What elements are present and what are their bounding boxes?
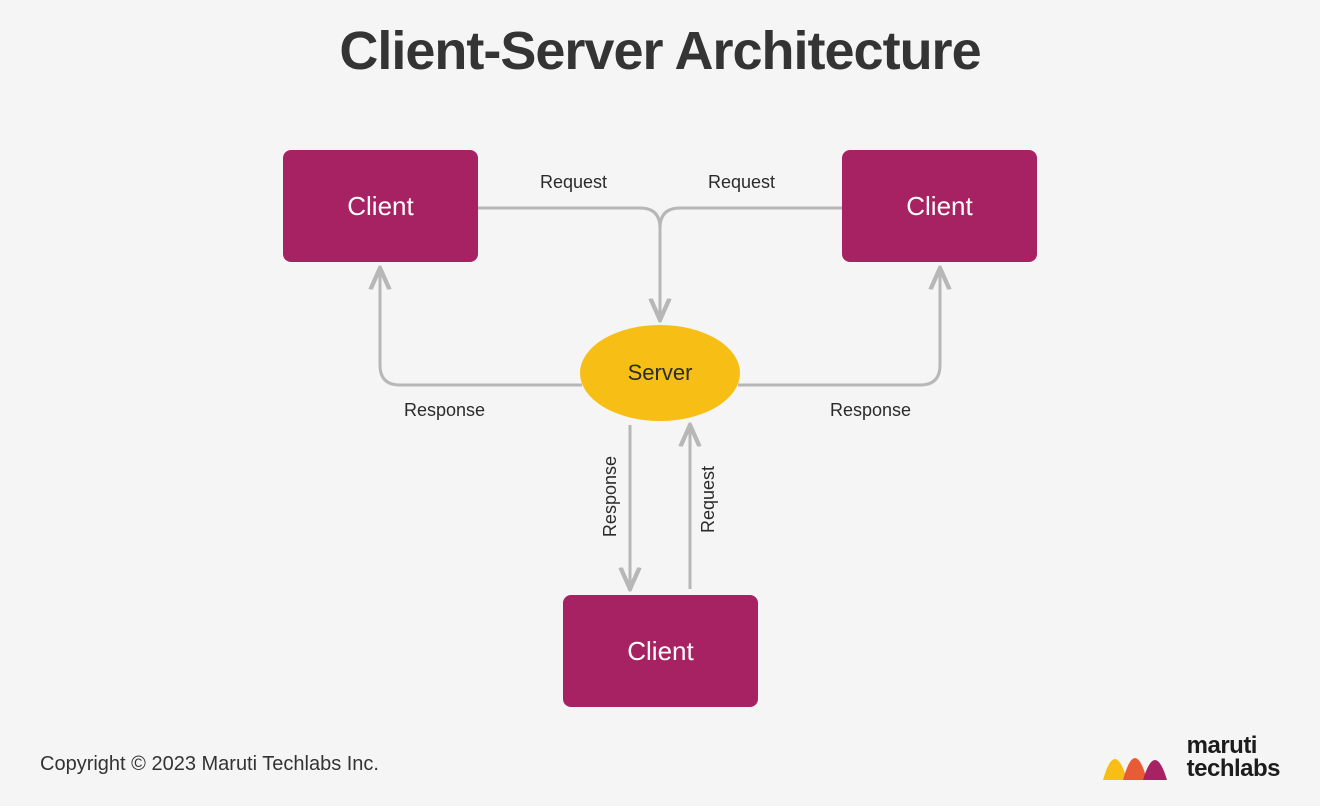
brand-name: maruti techlabs bbox=[1187, 735, 1280, 781]
label-tl-request: Request bbox=[540, 172, 607, 193]
arrow-tr-response bbox=[738, 268, 940, 385]
label-b-request: Request bbox=[698, 466, 719, 533]
client-box-bottom: Client bbox=[563, 595, 758, 707]
arrow-tl-request bbox=[478, 208, 660, 320]
label-tr-request: Request bbox=[708, 172, 775, 193]
arrow-tl-response bbox=[380, 268, 582, 385]
copyright-text: Copyright © 2023 Maruti Techlabs Inc. bbox=[40, 753, 379, 776]
client-box-top-right: Client bbox=[842, 150, 1037, 262]
label-tl-response: Response bbox=[404, 400, 485, 421]
brand-line2: techlabs bbox=[1187, 758, 1280, 781]
brand-logo: maruti techlabs bbox=[1101, 734, 1280, 782]
label-tr-response: Response bbox=[830, 400, 911, 421]
maruti-logo-icon bbox=[1101, 734, 1177, 782]
server-ellipse: Server bbox=[580, 325, 740, 421]
client-box-top-left: Client bbox=[283, 150, 478, 262]
arrow-tr-request bbox=[660, 208, 842, 310]
label-b-response: Response bbox=[600, 456, 621, 537]
